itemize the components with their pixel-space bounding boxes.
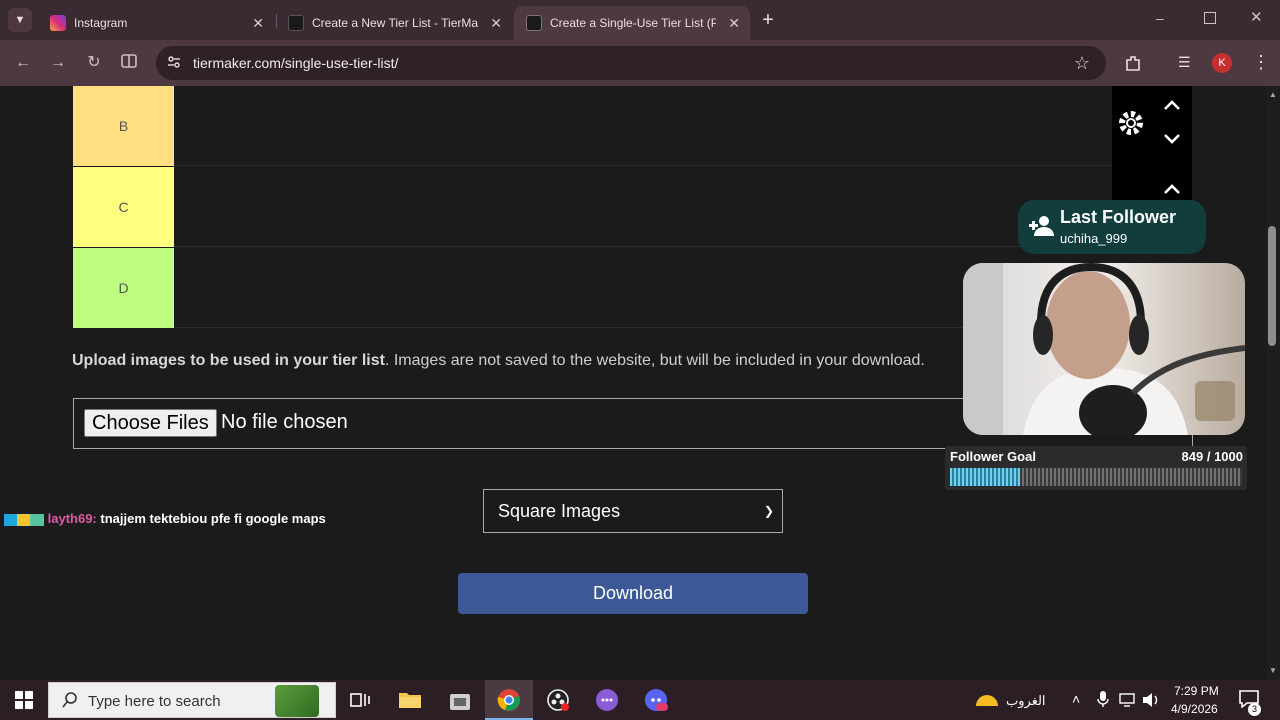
gear-icon[interactable] [1116, 108, 1146, 143]
chrome-icon[interactable] [497, 688, 521, 712]
file-explorer-icon[interactable] [398, 688, 422, 712]
media-control-icon[interactable]: ☰ [1178, 54, 1191, 71]
chat-app-icon[interactable] [595, 688, 619, 712]
profile-avatar[interactable]: K [1212, 53, 1232, 73]
clock-time[interactable]: 7:29 PM [1174, 684, 1219, 698]
menu-icon[interactable]: ⋮ [1252, 52, 1270, 73]
tiermaker-icon [526, 15, 542, 31]
follower-goal-count: 849 / 1000 [1181, 449, 1243, 464]
tab-instagram[interactable]: Instagram ✕ [38, 6, 274, 40]
reload-icon[interactable]: ↻ [83, 52, 105, 74]
upload-instructions: Upload images to be used in your tier li… [72, 352, 925, 370]
last-follower-name: uchiha_999 [1060, 231, 1128, 246]
tier-label[interactable]: C [73, 167, 174, 247]
windows-start-icon[interactable] [15, 691, 33, 709]
close-window-button[interactable]: ✕ [1250, 8, 1263, 26]
add-user-icon [1028, 214, 1056, 243]
search-highlight-image [275, 685, 319, 717]
scrollbar-thumb[interactable] [1268, 226, 1276, 346]
chat-message: layth69: tnajjem tektebiou pfe fi google… [4, 511, 326, 526]
chat-text: tnajjem tektebiou pfe fi google maps [100, 511, 326, 526]
tab-strip: ▼ Instagram ✕ Create a New Tier List - T… [0, 0, 1280, 40]
upload-instructions-bold: Upload images to be used in your tier li… [72, 352, 385, 369]
store-icon[interactable] [448, 688, 472, 712]
minimize-button[interactable]: – [1156, 10, 1172, 26]
chat-badge-icons [4, 513, 44, 526]
microphone-icon[interactable] [1097, 690, 1109, 711]
tray-expand-icon[interactable]: ˄ [1072, 691, 1080, 707]
tab-title: Instagram [74, 16, 128, 30]
new-tab-button[interactable]: + [758, 8, 778, 32]
move-up-icon[interactable] [1162, 182, 1182, 201]
follower-goal-track [950, 468, 1242, 486]
forward-icon[interactable]: → [47, 52, 69, 74]
volume-icon[interactable] [1142, 692, 1160, 711]
tier-row[interactable]: D [73, 248, 1113, 328]
move-down-icon[interactable] [1162, 132, 1182, 151]
tab-title: Create a Single-Use Tier List (Print [550, 16, 716, 30]
url-text: tiermaker.com/single-use-tier-list/ [193, 55, 399, 71]
tier-label[interactable]: D [73, 248, 174, 328]
download-button[interactable]: Download [458, 573, 808, 614]
page-scrollbar[interactable]: ▲ ▼ [1266, 86, 1280, 680]
follower-goal-label: Follower Goal [950, 449, 1036, 464]
follower-goal-widget: Follower Goal 849 / 1000 [945, 446, 1247, 490]
tab-title: Create a New Tier List - TierMaker [312, 16, 478, 30]
weather-text[interactable]: الغروب [1006, 693, 1046, 709]
weather-icon[interactable] [974, 688, 1000, 708]
back-icon[interactable]: ← [12, 52, 34, 74]
close-tab-icon[interactable]: ✕ [490, 15, 502, 32]
image-shape-selected: Square Images [498, 501, 621, 521]
site-info-icon[interactable] [166, 54, 182, 75]
tier-row[interactable]: B [73, 86, 1113, 166]
tiermaker-icon [288, 15, 304, 31]
tier-row[interactable]: C [73, 167, 1113, 247]
choose-files-button[interactable]: Choose Files [84, 409, 217, 437]
scroll-down-icon[interactable]: ▼ [1269, 666, 1277, 675]
bookmark-star-icon[interactable]: ☆ [1074, 53, 1090, 74]
tier-label[interactable]: B [73, 86, 174, 166]
clock-date[interactable]: 4/9/2026 [1171, 702, 1218, 716]
restore-button[interactable] [1204, 12, 1216, 24]
chevron-down-icon: ❯ [763, 504, 774, 518]
move-up-icon[interactable] [1162, 98, 1182, 117]
scroll-up-icon[interactable]: ▲ [1269, 90, 1277, 99]
last-follower-widget: Last Follower uchiha_999 [1018, 200, 1206, 254]
discord-icon[interactable] [644, 688, 668, 712]
close-tab-icon[interactable]: ✕ [728, 15, 740, 32]
extensions-icon[interactable] [1123, 53, 1143, 73]
chat-username: layth69: [47, 511, 97, 526]
no-file-label: No file chosen [221, 411, 348, 433]
obs-icon[interactable] [546, 688, 570, 712]
image-shape-select[interactable]: Square Images ❯ [483, 489, 783, 533]
instagram-icon [50, 15, 66, 31]
last-follower-title: Last Follower [1060, 207, 1177, 227]
close-tab-icon[interactable]: ✕ [252, 15, 264, 32]
tab-search-button[interactable]: ▼ [8, 8, 32, 32]
tab-tiermaker-single-use[interactable]: Create a Single-Use Tier List (Print ✕ [514, 6, 750, 40]
follower-goal-fill [950, 468, 1021, 486]
taskbar-search-placeholder: Type here to search [88, 693, 221, 710]
network-icon[interactable] [1119, 692, 1137, 711]
upload-instructions-rest: . Images are not saved to the website, b… [384, 352, 925, 369]
address-bar[interactable]: tiermaker.com/single-use-tier-list/ ☆ [156, 46, 1106, 80]
taskbar-search[interactable]: Type here to search [48, 682, 336, 718]
task-view-icon[interactable] [348, 688, 372, 712]
notification-count-badge: 3 [1248, 703, 1261, 716]
webcam-feed [963, 263, 1245, 435]
search-icon [61, 691, 79, 714]
tab-tiermaker-new[interactable]: Create a New Tier List - TierMaker ✕ [276, 6, 512, 40]
split-view-icon[interactable] [118, 52, 140, 74]
